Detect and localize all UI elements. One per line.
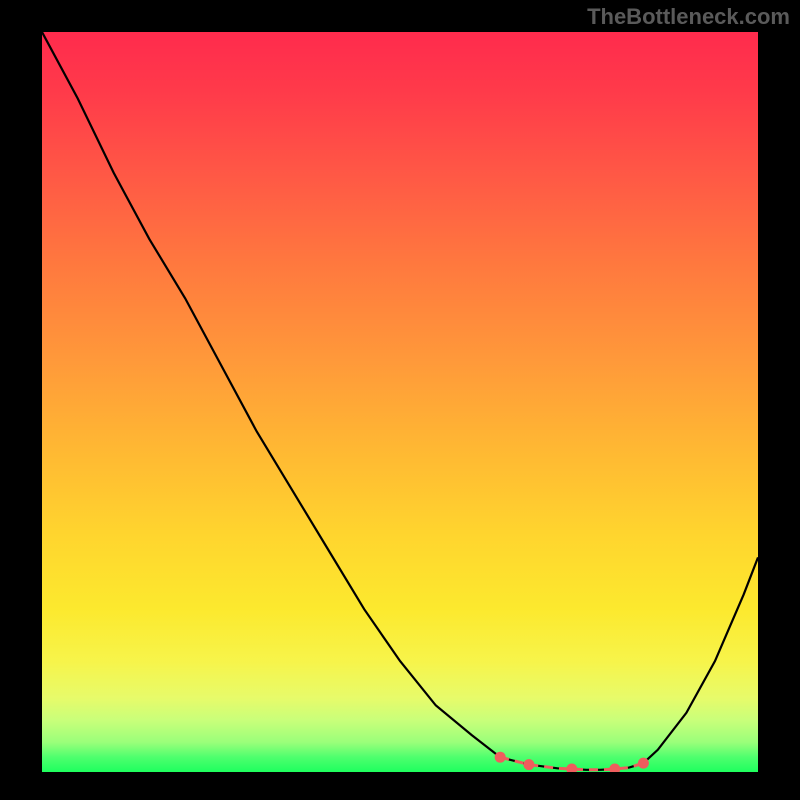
highlight-marker (523, 759, 534, 770)
highlight-marker (638, 758, 649, 769)
attribution-text: TheBottleneck.com (587, 4, 790, 30)
chart-svg (42, 32, 758, 772)
highlight-marker (609, 764, 620, 773)
plot-area (42, 32, 758, 772)
highlight-marker (495, 752, 506, 763)
bottleneck-curve (42, 32, 758, 770)
highlight-marker (566, 764, 577, 773)
